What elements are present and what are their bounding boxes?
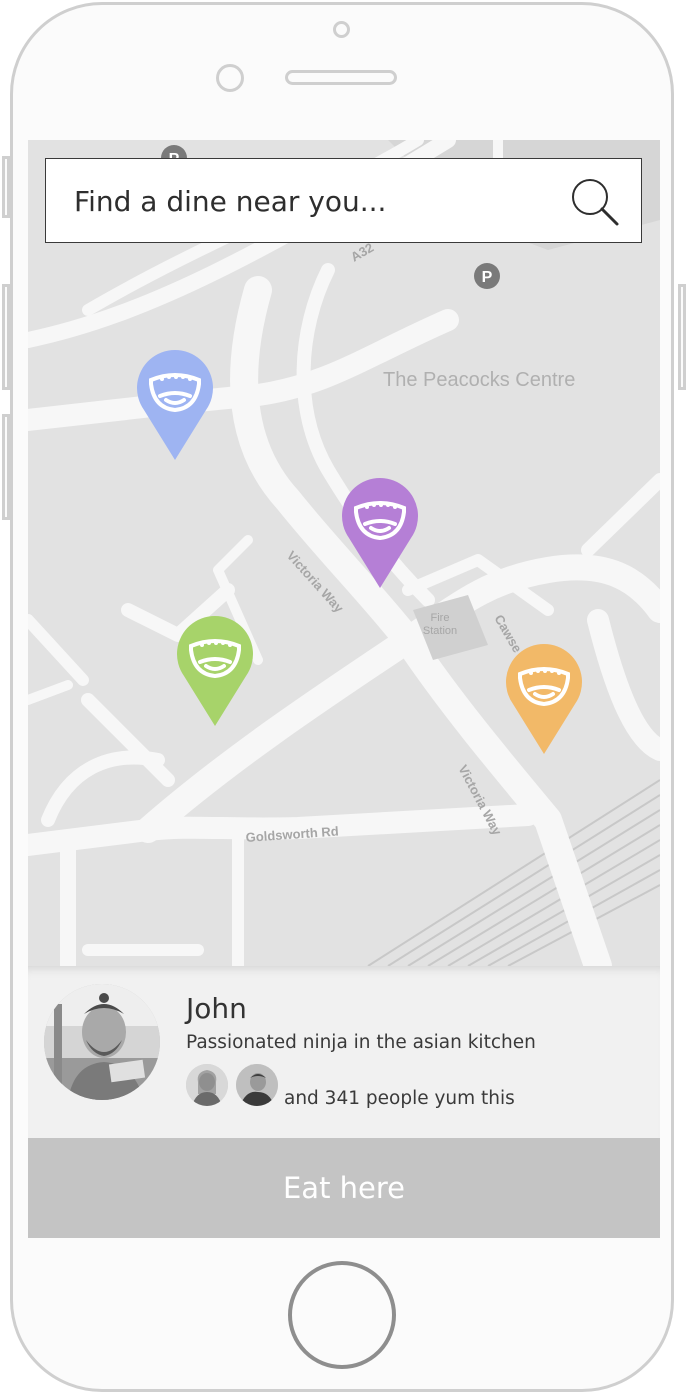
map-pin-orange[interactable] — [505, 644, 583, 756]
map-pin-blue[interactable] — [136, 350, 214, 462]
map-label-peacocks-centre: The Peacocks Centre — [383, 369, 575, 391]
earpiece-speaker — [285, 70, 397, 85]
map-label-station: Station — [423, 625, 457, 637]
power-button — [678, 284, 686, 390]
search-bar — [45, 158, 642, 243]
search-icon[interactable] — [570, 177, 620, 227]
map-pin-purple[interactable] — [341, 478, 419, 590]
home-button[interactable] — [288, 1261, 396, 1369]
yum-count-text: and 341 people yum this — [284, 1088, 515, 1109]
app-screen: P P The Peacocks Centre Victoria Way Vic… — [28, 140, 660, 1238]
volume-up-button — [2, 284, 10, 390]
chef-avatar[interactable] — [44, 984, 160, 1100]
follower-avatar-1[interactable] — [186, 1064, 228, 1106]
chef-tagline: Passionated ninja in the asian kitchen — [186, 1032, 536, 1053]
map-pin-green[interactable] — [176, 616, 254, 728]
mute-switch — [2, 156, 10, 218]
follower-avatar-2[interactable] — [236, 1064, 278, 1106]
chef-card[interactable]: John Passionated ninja in the asian kitc… — [28, 966, 660, 1138]
search-input[interactable] — [74, 179, 544, 223]
parking-label-right: P — [482, 269, 493, 286]
chef-name: John — [186, 992, 247, 1025]
front-camera — [216, 64, 244, 92]
volume-down-button — [2, 414, 10, 520]
eat-here-button[interactable]: Eat here — [28, 1138, 660, 1238]
phone-frame: P P The Peacocks Centre Victoria Way Vic… — [0, 0, 688, 1396]
proximity-sensor — [333, 21, 350, 38]
map-label-fire: Fire — [431, 612, 450, 624]
